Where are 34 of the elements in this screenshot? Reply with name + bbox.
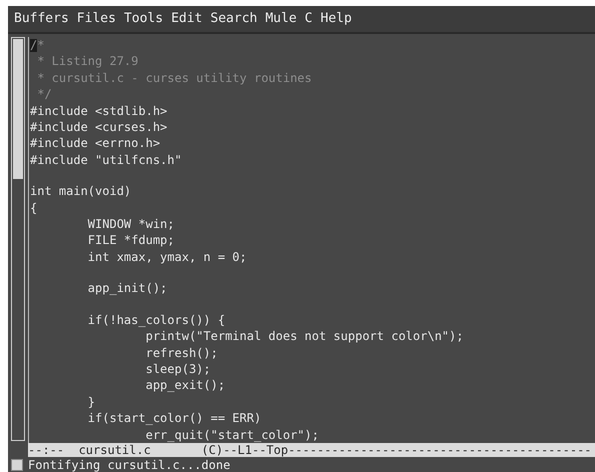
menu-item[interactable]: Edit: [171, 9, 202, 29]
code-line: app_init();: [86, 280, 168, 297]
scrollbar-thumb[interactable]: [13, 39, 23, 179]
menu-item[interactable]: Files: [76, 9, 116, 29]
echo-area-box-icon: [11, 459, 23, 471]
code-line: err_quit("start_color");: [144, 426, 319, 444]
code-line: printw("Terminal does not support color\n");: [144, 328, 464, 345]
menu-item[interactable]: Tools: [124, 9, 164, 29]
code-line: if(!has_colors()) {: [86, 312, 226, 328]
code-line: app_exit();: [144, 377, 226, 394]
code-comment: * Listing 27.9: [36, 53, 138, 70]
code-line: #include "utilfcns.h": [30, 152, 182, 168]
code-line: #include <curses.h>: [30, 118, 168, 136]
menu-item[interactable]: C: [304, 9, 312, 29]
menu-item[interactable]: Mule: [265, 9, 297, 29]
menu-item[interactable]: Help: [320, 9, 352, 29]
echo-area-message: Fontifying cursutil.c...done: [28, 458, 230, 472]
menu-item[interactable]: Buffers: [14, 9, 69, 29]
code-line: if(start_color() == ERR): [86, 410, 262, 427]
menu-item[interactable]: Search: [210, 9, 258, 29]
code-line: int xmax, ymax, n = 0;: [86, 248, 247, 266]
code-line: #include <errno.h>: [30, 135, 160, 152]
code-line: #include <stdlib.h>: [30, 102, 168, 119]
code-line: refresh();: [144, 344, 218, 362]
code-line: sleep(3);: [144, 361, 211, 378]
code-comment: */: [36, 86, 52, 103]
code-line: FILE *fdump;: [86, 232, 174, 249]
code-line: {: [30, 200, 38, 216]
scrollbar[interactable]: [11, 37, 25, 441]
code-line: WINDOW *win;: [86, 216, 174, 232]
code-comment: /*: [30, 37, 44, 54]
code-line: }: [86, 394, 96, 410]
code-comment: * cursutil.c - curses utility routines: [36, 70, 312, 86]
code-line: int main(void): [30, 183, 132, 200]
